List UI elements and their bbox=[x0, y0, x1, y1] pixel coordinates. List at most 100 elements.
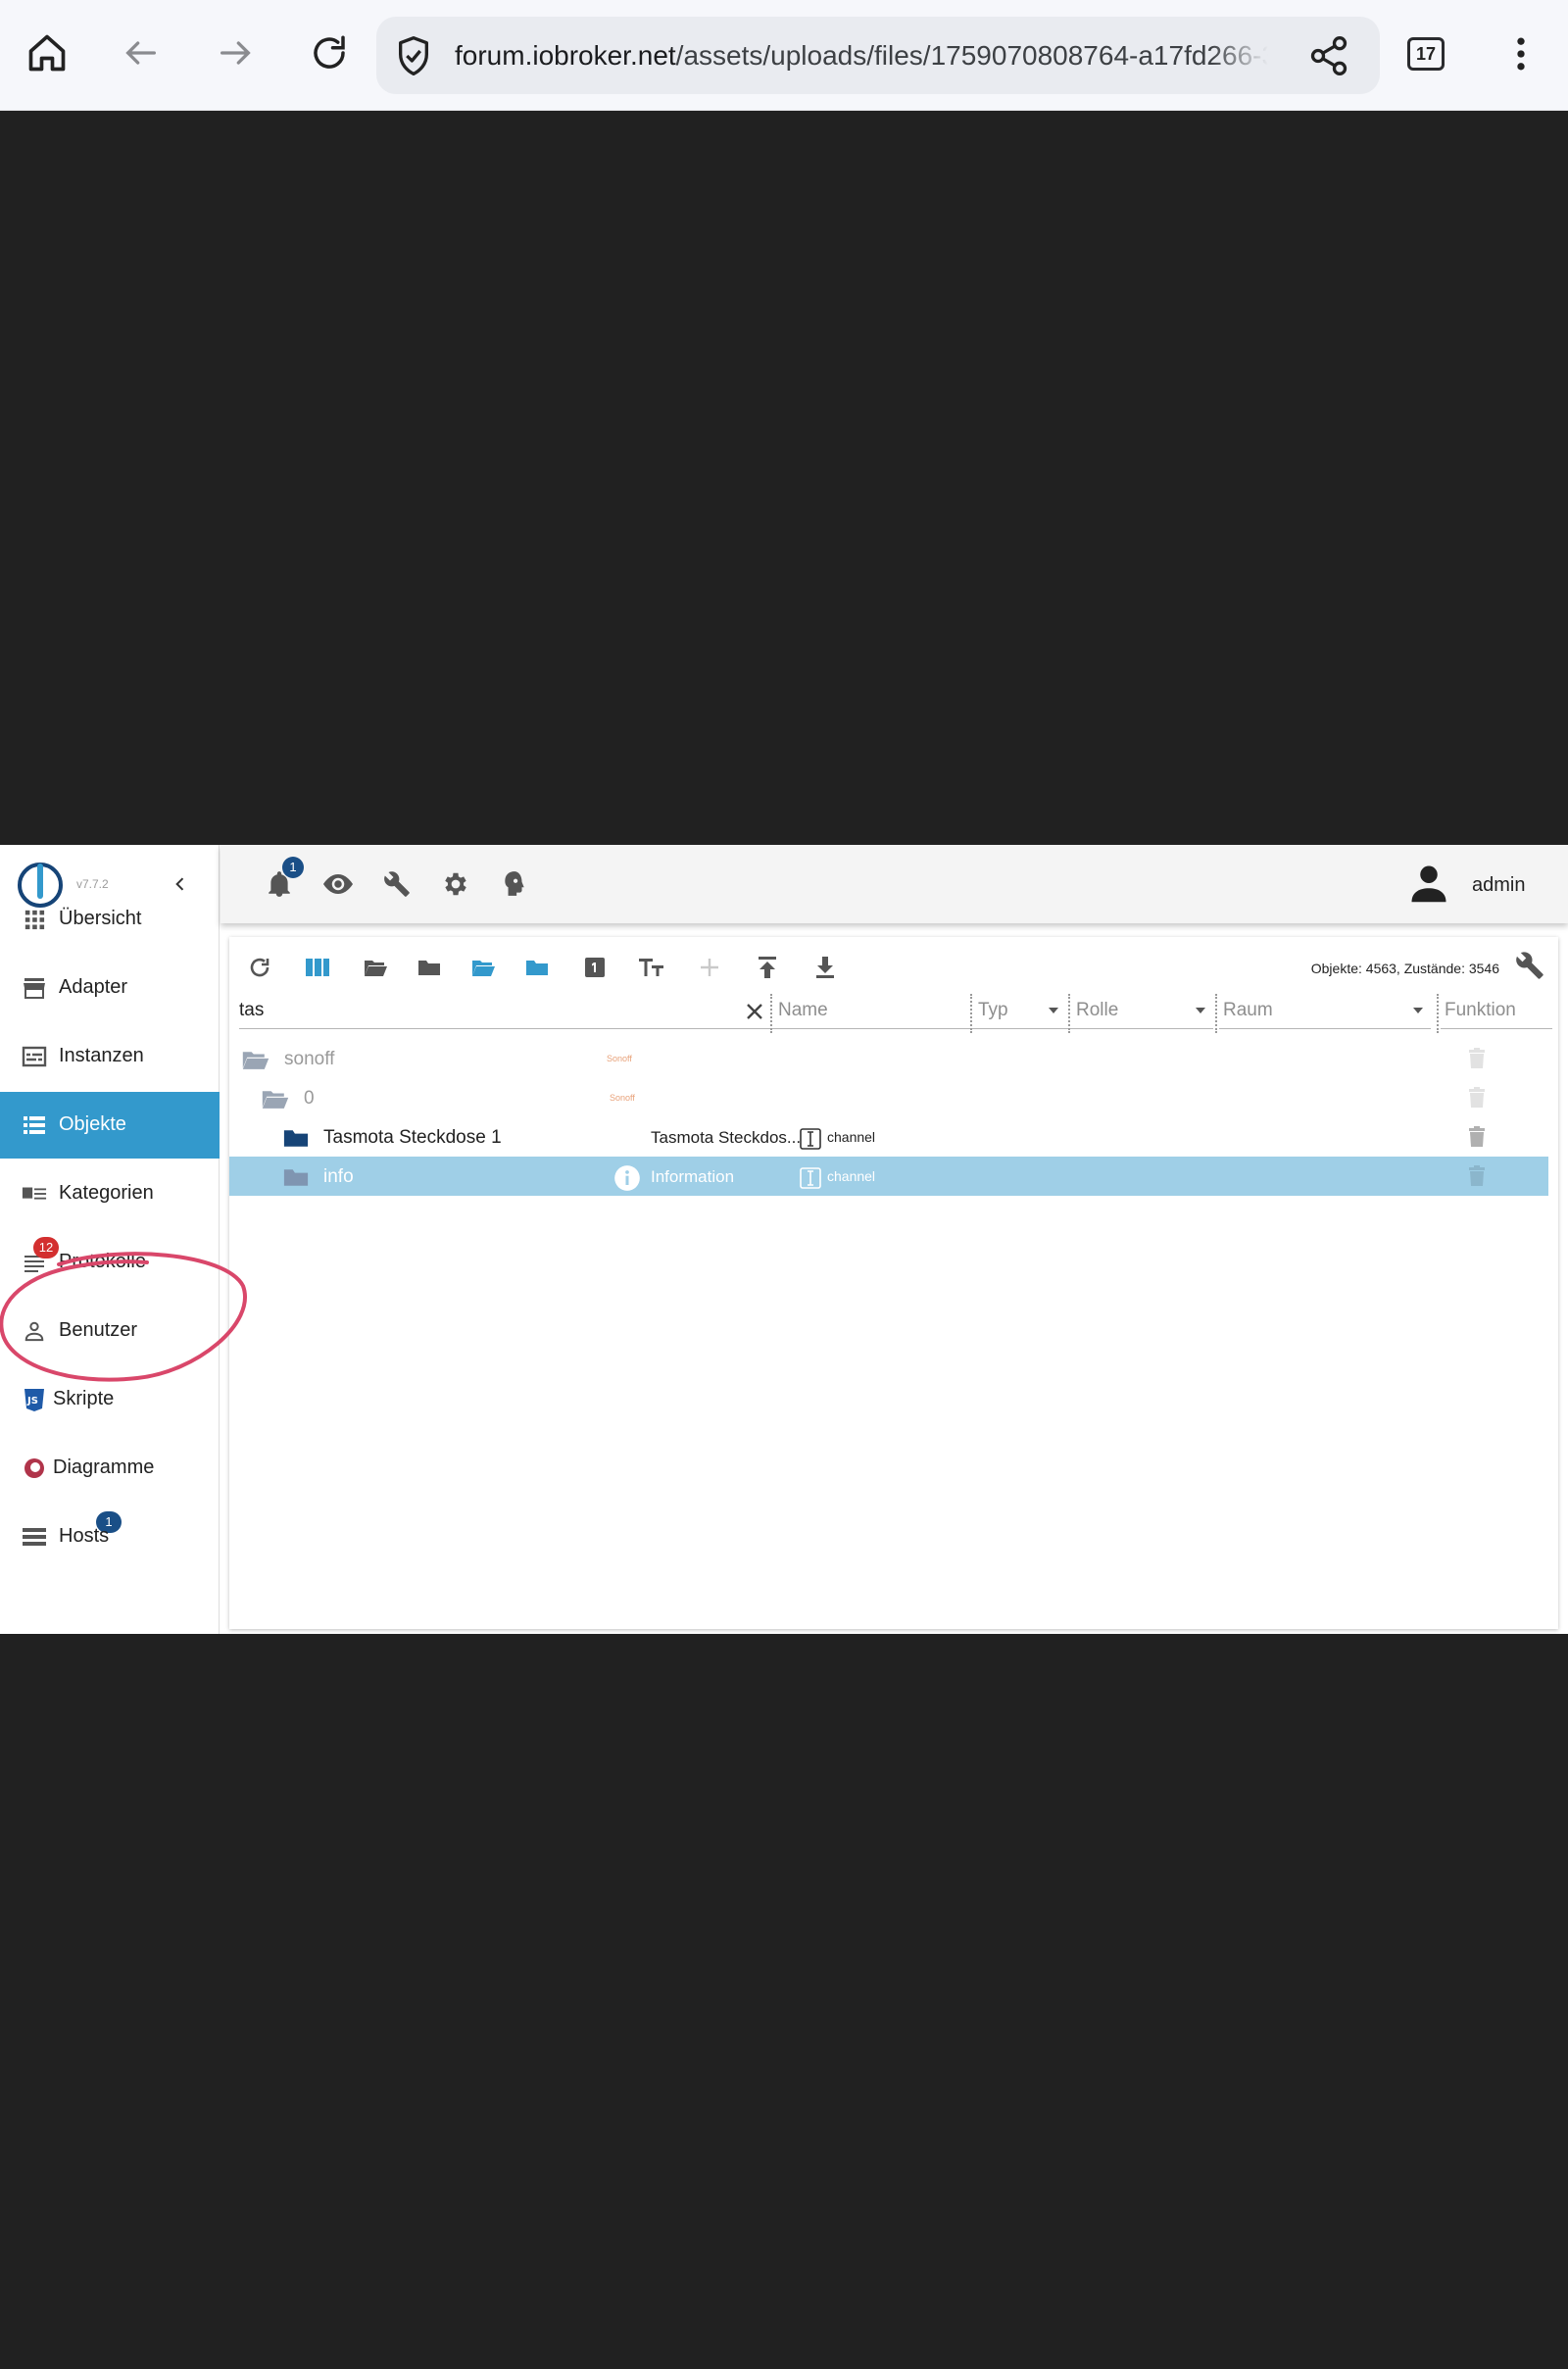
column-separator[interactable] bbox=[1437, 994, 1439, 1033]
role-filter-placeholder: Rolle bbox=[1076, 1000, 1119, 1020]
hosts-icon bbox=[22, 1524, 47, 1550]
tree-row-type: channel bbox=[827, 1168, 876, 1184]
columns-button[interactable] bbox=[301, 951, 334, 984]
wrench-icon[interactable] bbox=[1515, 951, 1544, 980]
tree-row-type: channel bbox=[827, 1129, 876, 1145]
collapse-one-level-button[interactable] bbox=[520, 951, 554, 984]
user-name: admin bbox=[1472, 874, 1526, 896]
function-filter-select[interactable]: Funktion bbox=[1441, 994, 1552, 1029]
home-icon bbox=[28, 34, 66, 72]
instances-icon bbox=[22, 1044, 47, 1069]
sidebar-item-uebersicht[interactable]: Übersicht bbox=[0, 886, 220, 953]
tree-row-name: Tasmota Steckdos... bbox=[651, 1128, 802, 1147]
reload-button[interactable] bbox=[302, 25, 357, 80]
function-filter-placeholder: Funktion bbox=[1445, 1000, 1516, 1020]
arrow-right-icon bbox=[220, 41, 251, 65]
sidebar-item-label: Objekte bbox=[59, 1113, 126, 1135]
tree-row-name: Information bbox=[651, 1167, 735, 1186]
channel-icon bbox=[800, 1167, 821, 1189]
sidebar-item-hosts[interactable]: 1 Hosts bbox=[0, 1504, 220, 1570]
caret-down-icon bbox=[1047, 1004, 1060, 1017]
plus-icon bbox=[701, 959, 718, 976]
sidebar-item-kategorien[interactable]: Kategorien bbox=[0, 1160, 220, 1227]
share-icon[interactable] bbox=[1307, 34, 1350, 77]
info-icon bbox=[613, 1164, 641, 1192]
download-button[interactable] bbox=[808, 951, 842, 984]
notification-badge: 1 bbox=[282, 857, 304, 878]
folder-open-blue-icon bbox=[472, 961, 495, 976]
adapter-tag: Sonoff bbox=[610, 1093, 635, 1103]
depth-button[interactable] bbox=[578, 951, 612, 984]
sidebar-item-label: Adapter bbox=[59, 976, 128, 998]
tree-row-label: Tasmota Steckdose 1 bbox=[323, 1127, 502, 1148]
folder-icon bbox=[418, 961, 440, 975]
home-button[interactable] bbox=[20, 25, 74, 80]
expand-one-level-button[interactable] bbox=[466, 951, 500, 984]
channel-icon bbox=[800, 1128, 821, 1150]
sidebar-item-label: Instanzen bbox=[59, 1045, 144, 1066]
folder-icon bbox=[282, 1166, 310, 1188]
expert-mode-icon[interactable] bbox=[497, 866, 532, 902]
format-size-icon bbox=[639, 959, 663, 976]
sidebar-item-label: Diagramme bbox=[53, 1456, 155, 1478]
gear-icon[interactable] bbox=[438, 866, 473, 902]
eye-icon[interactable] bbox=[320, 866, 356, 902]
sidebar-item-adapter[interactable]: Adapter bbox=[0, 955, 220, 1021]
address-bar[interactable]: forum.iobroker.net/assets/uploads/files/… bbox=[376, 17, 1380, 94]
delete-icon[interactable] bbox=[1468, 1126, 1486, 1148]
account-icon[interactable] bbox=[1408, 863, 1449, 904]
more-vert-icon[interactable] bbox=[1499, 29, 1543, 78]
adapter-tag: Sonoff bbox=[607, 1054, 632, 1063]
sidebar-item-label: Kategorien bbox=[59, 1182, 154, 1204]
collapse-all-button[interactable] bbox=[413, 951, 446, 984]
expand-all-button[interactable] bbox=[359, 951, 392, 984]
tab-switcher-button[interactable]: 17 bbox=[1407, 37, 1445, 71]
delete-icon[interactable] bbox=[1468, 1165, 1486, 1187]
caret-down-icon bbox=[1194, 1004, 1207, 1017]
room-filter-select[interactable]: Raum bbox=[1219, 994, 1431, 1029]
objects-panel: Objekte: 4563, Zustände: 3546 tas Name T… bbox=[229, 937, 1558, 1629]
sidebar-item-instanzen[interactable]: Instanzen bbox=[0, 1023, 220, 1090]
tree-row-tasmota-steckdose-1[interactable]: Tasmota Steckdose 1 Tasmota Steckdos... … bbox=[229, 1117, 1548, 1157]
type-filter-select[interactable]: Typ bbox=[974, 994, 1066, 1029]
iobroker-app: v7.7.2 Übersicht Adapter Instanzen Objek… bbox=[0, 845, 1568, 1634]
tree-row-info[interactable]: info Information channel bbox=[229, 1157, 1548, 1196]
sidebar-item-label: Hosts bbox=[59, 1525, 110, 1547]
text-size-button[interactable] bbox=[635, 951, 668, 984]
column-separator[interactable] bbox=[770, 994, 772, 1033]
sidebar-item-diagramme[interactable]: Diagramme bbox=[0, 1435, 220, 1502]
categories-icon bbox=[22, 1181, 47, 1207]
role-filter-select[interactable]: Rolle bbox=[1072, 994, 1213, 1029]
sidebar-item-objekte[interactable]: Objekte bbox=[0, 1092, 220, 1159]
red-circle-annotation bbox=[0, 1252, 247, 1382]
name-filter-placeholder: Name bbox=[778, 1000, 828, 1020]
shield-check-icon bbox=[394, 34, 433, 77]
clear-icon[interactable] bbox=[745, 1002, 764, 1021]
reload-icon bbox=[314, 35, 345, 69]
id-filter-value: tas bbox=[239, 1000, 265, 1020]
id-filter-input[interactable]: tas bbox=[239, 994, 774, 1029]
column-separator[interactable] bbox=[1068, 994, 1070, 1033]
delete-icon[interactable] bbox=[1468, 1087, 1486, 1109]
column-separator[interactable] bbox=[1215, 994, 1217, 1033]
tree-row-sonoff[interactable]: sonoff Sonoff bbox=[229, 1039, 1548, 1078]
store-icon bbox=[22, 975, 47, 1001]
chart-icon bbox=[22, 1456, 47, 1481]
sidebar-item-label: Übersicht bbox=[59, 908, 142, 929]
forward-button[interactable] bbox=[208, 25, 263, 80]
tree-row-0[interactable]: 0 Sonoff bbox=[229, 1078, 1548, 1117]
download-icon bbox=[816, 957, 834, 978]
delete-icon[interactable] bbox=[1468, 1048, 1486, 1069]
column-separator[interactable] bbox=[970, 994, 972, 1033]
upload-button[interactable] bbox=[751, 951, 784, 984]
folder-icon bbox=[282, 1127, 310, 1149]
add-object-button[interactable] bbox=[693, 951, 726, 984]
wrench-icon[interactable] bbox=[379, 866, 415, 902]
type-filter-placeholder: Typ bbox=[978, 1000, 1008, 1020]
folder-open-icon bbox=[261, 1088, 290, 1110]
back-button[interactable] bbox=[114, 25, 169, 80]
object-counts: Objekte: 4563, Zustände: 3546 bbox=[1310, 961, 1499, 976]
refresh-button[interactable] bbox=[243, 951, 276, 984]
caret-down-icon bbox=[1411, 1004, 1425, 1017]
refresh-icon bbox=[250, 958, 270, 977]
